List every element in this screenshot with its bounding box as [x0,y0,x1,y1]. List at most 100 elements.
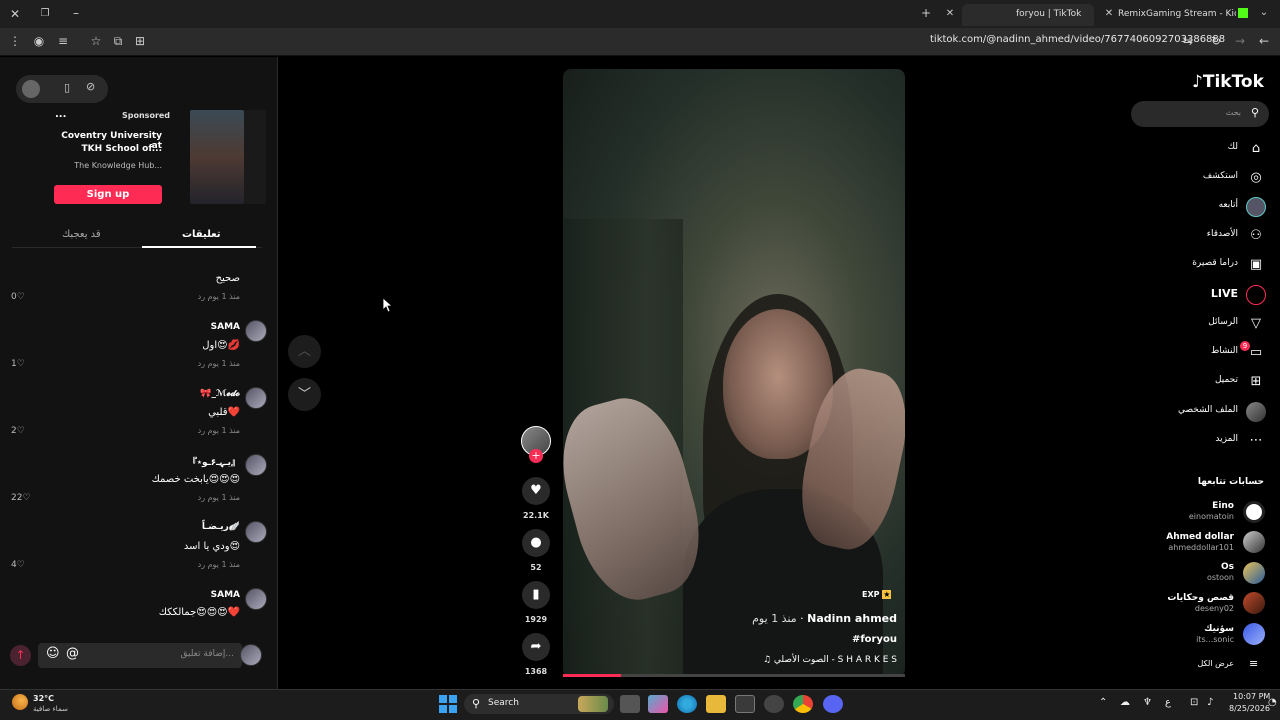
store-icon[interactable] [735,695,755,713]
taskbar-search[interactable]: ⚲ Search [464,694,614,714]
app-icon[interactable] [764,695,784,713]
tab-list-icon[interactable]: ⌄ [1256,6,1272,20]
comment-author[interactable]: SAMA [211,590,240,600]
comment-like[interactable]: 22♡ [11,493,31,503]
ad-title-line2[interactable]: TKH School of... [58,144,162,154]
bookmark-star-icon[interactable]: ☆ [88,34,104,48]
embed-icon[interactable]: ⊘ [86,80,95,93]
tab-comments[interactable]: تعليقات [182,229,221,240]
share-button[interactable]: ➦ [522,633,550,661]
new-tab-icon[interactable]: + [918,6,934,20]
comment-input-placeholder[interactable]: إضافة تعليق... [180,649,234,659]
search-input[interactable]: ⚲ بحث [1131,101,1269,127]
avatar[interactable] [245,454,267,476]
follow-plus-icon[interactable]: + [529,449,543,463]
following-name[interactable]: قصص وحكايات [1167,593,1234,603]
reading-list-icon[interactable]: ≡ [55,34,71,48]
avatar[interactable] [245,588,267,610]
tiktok-logo[interactable]: ♪TikTok [1192,72,1264,92]
video-player[interactable] [563,69,905,677]
comment-button[interactable]: ● [522,529,550,557]
clock-time[interactable]: 10:07 PM [1233,692,1270,701]
video-sound[interactable]: ♫ الصوت الأصلي - S H A R K E S [763,655,897,665]
tray-chevron-icon[interactable]: ⌃ [1099,697,1107,708]
file-explorer-icon[interactable] [706,695,726,713]
user-avatar[interactable] [22,80,40,98]
avatar[interactable] [1243,501,1265,523]
notification-icon[interactable]: ◔ [1268,697,1277,708]
sidebar-item-profile[interactable]: الملف الشخصي [1150,402,1270,422]
heart-outline-icon[interactable]: ♡ [22,493,30,503]
sidebar-item-activity[interactable]: النشاط ▭ 9 [1150,341,1270,363]
profile-icon[interactable]: ◉ [31,34,47,48]
windows-start-icon[interactable] [439,695,457,713]
close-tab-icon[interactable]: ✕ [942,7,958,21]
comment-meta[interactable]: منذ 1 يوم رد [198,426,240,435]
like-button[interactable]: ♥ [522,477,550,505]
volume-icon[interactable]: ♪ [1207,697,1213,708]
comment-input-box[interactable]: ☺ @ إضافة تعليق... [38,643,242,668]
next-video-button[interactable]: ﹀ [288,378,321,411]
discord-icon[interactable] [823,695,843,713]
avatar[interactable] [245,320,267,342]
cast-icon[interactable]: ⧉ [110,34,126,48]
tab-tiktok[interactable]: foryou | TikTok [962,4,1094,26]
avatar[interactable] [245,521,267,543]
avatar[interactable] [1243,531,1265,553]
tab-kick[interactable]: RemixGaming Stream - Kick De [1118,4,1236,26]
signup-button[interactable]: Sign up [54,185,162,204]
comment-like[interactable]: 2♡ [11,426,25,436]
close-window-icon[interactable]: ✕ [7,7,23,21]
video-author-line[interactable]: منذ 1 يوم · Nadinn ahmed [752,612,897,625]
heart-outline-icon[interactable]: ♡ [17,359,25,369]
sidebar-item-following[interactable]: أتابعه [1150,197,1270,217]
see-all-link[interactable]: عرض الكل [1197,659,1234,668]
avatar[interactable] [1243,592,1265,614]
comment-like[interactable]: 0♡ [11,292,25,302]
ad-image[interactable] [190,110,244,204]
edge-icon[interactable] [677,695,697,713]
microphone-icon[interactable]: ♆ [1143,697,1152,708]
heart-outline-icon[interactable]: ♡ [17,560,25,570]
clock-date[interactable]: 8/25/2026 [1229,704,1270,713]
ad-more-button[interactable]: ... [55,109,66,120]
following-name[interactable]: Ahmed dollar [1166,532,1234,542]
video-progress-bar[interactable] [563,674,905,677]
task-view-icon[interactable] [620,695,640,713]
comment-author[interactable]: 『يـہـ۶ـو٭』 [188,455,240,468]
comment-meta[interactable]: منذ 1 يوم رد [198,493,240,502]
avatar[interactable] [245,387,267,409]
sidebar-item-for-you[interactable]: لك ⌂ [1150,139,1270,159]
comment-like[interactable]: 4♡ [11,560,25,570]
send-comment-button[interactable]: ↑ [10,645,31,666]
avatar[interactable] [1243,562,1265,584]
video-author[interactable]: Nadinn ahmed [807,612,897,625]
minimize-window-icon[interactable]: – [68,6,84,20]
menu-icon[interactable]: ⋮ [7,34,23,48]
comment-meta[interactable]: منذ 1 يوم رد [198,292,240,301]
save-button[interactable]: ▮ [522,581,550,609]
emoji-icon[interactable]: ☺ [46,646,60,661]
search-icon[interactable]: ⚲ [1251,106,1259,119]
close-tab-icon[interactable]: ✕ [1101,7,1117,21]
maximize-window-icon[interactable]: ❐ [37,7,53,21]
back-icon[interactable]: ← [1256,34,1272,48]
extensions-icon[interactable]: ⊞ [132,34,148,48]
comment-like[interactable]: 1♡ [11,359,25,369]
comment-meta[interactable]: منذ 1 يوم رد [198,560,240,569]
sidebar-item-explore[interactable]: استكشف ◎ [1150,168,1270,188]
previous-video-button[interactable]: ︿ [288,335,321,368]
sidebar-item-live[interactable]: LIVE [1150,285,1270,305]
comment-author[interactable]: SAMA [211,322,240,332]
onedrive-icon[interactable]: ☁ [1120,697,1130,708]
video-hashtag[interactable]: #foryou [852,634,897,645]
sidebar-item-friends[interactable]: الأصدقاء ⚇ [1150,226,1270,246]
following-name[interactable]: Os [1221,562,1234,572]
heart-outline-icon[interactable]: ♡ [17,426,25,436]
comment-author[interactable]: ريـضـاً🪽 [202,522,240,532]
forward-icon[interactable]: → [1232,34,1248,48]
mention-icon[interactable]: @ [66,646,79,661]
weather-icon[interactable] [12,694,28,710]
avatar[interactable] [1243,623,1265,645]
sidebar-item-messages[interactable]: الرسائل ▽ [1150,314,1270,334]
